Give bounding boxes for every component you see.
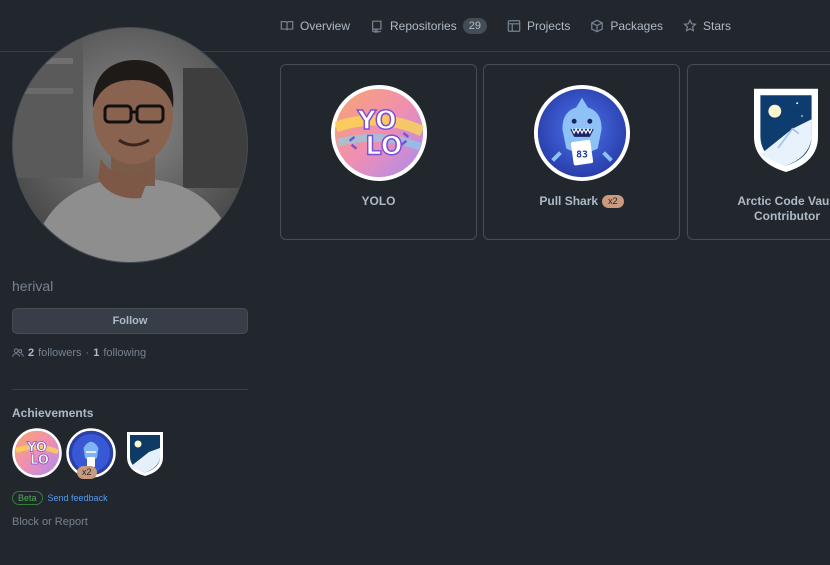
- achievement-card-pull-shark[interactable]: 83 Pull Shark x2: [483, 64, 680, 240]
- tab-stars-label: Stars: [703, 19, 732, 33]
- card-title-pull-shark-text: Pull Shark: [539, 194, 599, 208]
- star-icon: [683, 19, 697, 32]
- tab-stars[interactable]: Stars: [683, 0, 731, 52]
- project-table-icon: [507, 20, 521, 32]
- repo-icon: [372, 20, 382, 33]
- follow-stats: 2 followers · 1 following: [12, 347, 146, 359]
- card-title-arctic-line2: Contributor: [754, 209, 820, 223]
- achievement-card-yolo[interactable]: YO LO YOLO: [280, 64, 477, 240]
- tab-overview[interactable]: Overview: [280, 0, 350, 52]
- card-title-pull-shark: Pull Shark x2: [484, 194, 679, 209]
- svg-text:LO: LO: [30, 453, 49, 468]
- following-link[interactable]: following: [103, 347, 146, 359]
- achievements-heading: Achievements: [12, 406, 94, 420]
- svg-text:LO: LO: [365, 132, 402, 162]
- followers-count[interactable]: 2: [28, 347, 34, 359]
- avatar[interactable]: [12, 27, 248, 263]
- achievement-card-arctic-code-vault[interactable]: Arctic Code Vault Contributor: [687, 64, 830, 240]
- card-title-arctic-code-vault: Arctic Code Vault Contributor: [688, 194, 830, 224]
- people-icon: [12, 348, 24, 357]
- pull-shark-mini-count: x2: [77, 466, 97, 479]
- svg-text:83: 83: [576, 150, 588, 161]
- tab-projects-label: Projects: [526, 19, 571, 33]
- separator-dot: ·: [85, 347, 90, 359]
- beta-label: Beta: [12, 491, 43, 505]
- pull-shark-badge: 83: [533, 84, 631, 187]
- beta-feedback-row: Beta Send feedback: [12, 491, 108, 505]
- send-feedback-link[interactable]: Send feedback: [48, 493, 108, 503]
- profile-page: Overview Repositories 29 Projects Packag…: [0, 0, 830, 565]
- tab-repositories-label: Repositories: [390, 19, 457, 33]
- repositories-counter: 29: [462, 18, 487, 34]
- arctic-code-vault-badge: [746, 84, 826, 181]
- tab-repositories[interactable]: Repositories 29: [370, 0, 487, 52]
- tab-overview-label: Overview: [300, 19, 351, 33]
- block-or-report-link[interactable]: Block or Report: [12, 516, 88, 528]
- package-icon: [591, 19, 604, 33]
- yolo-badge: YO LO: [330, 84, 428, 187]
- sidebar-divider: [12, 389, 248, 390]
- card-title-arctic-line1: Arctic Code Vault: [737, 194, 830, 208]
- card-title-yolo: YOLO: [361, 194, 396, 208]
- following-count[interactable]: 1: [93, 347, 99, 359]
- followers-link[interactable]: followers: [38, 347, 81, 359]
- pull-shark-count-tag: x2: [602, 195, 624, 208]
- username: herival: [12, 278, 54, 294]
- yolo-badge-small[interactable]: YO LO: [12, 428, 62, 478]
- arctic-code-vault-badge-small[interactable]: [120, 428, 170, 478]
- tab-projects[interactable]: Projects: [507, 0, 570, 52]
- follow-button[interactable]: Follow: [12, 308, 248, 334]
- book-icon: [280, 21, 294, 31]
- tab-packages-label: Packages: [610, 19, 664, 33]
- tab-packages[interactable]: Packages: [590, 0, 663, 52]
